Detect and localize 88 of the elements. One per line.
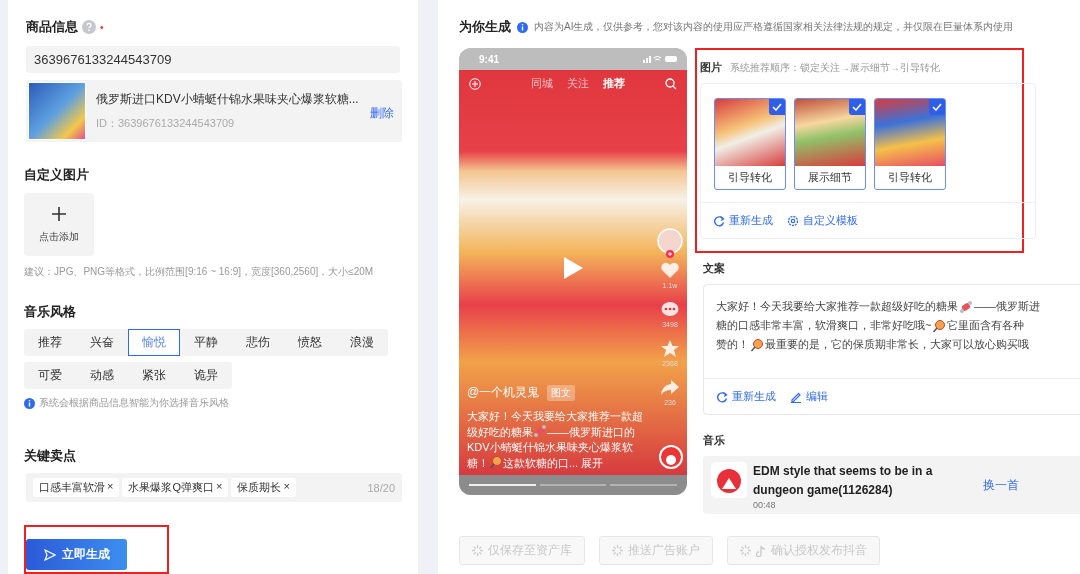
lollipop-icon [750,337,764,352]
track-duration: 00:48 [753,500,777,510]
loading-icon [612,545,623,556]
ai-notice: 内容为AI生成，仅供参考，您对该内容的使用应严格遵循国家相关法律法规的规定，并仅限在巨量体系内使用 [534,20,1014,34]
plus-icon [51,205,67,222]
character-count: 18/20 [367,481,395,494]
style-chip[interactable]: 平静 [180,329,232,356]
avatar-icon [657,228,683,258]
check-icon [932,103,942,111]
style-chip[interactable]: 悲伤 [232,329,284,356]
custom-template-link[interactable]: 自定义模板 [787,213,858,228]
play-icon [562,256,584,280]
search-icon [665,77,677,90]
lollipop-icon [932,318,947,333]
style-chip[interactable]: 诡异 [180,362,232,389]
refresh-icon [713,214,725,227]
refresh-icon [716,390,728,403]
signal-wifi-battery-icon [643,55,677,63]
section-title: 商品信息 [26,18,78,36]
image-option[interactable]: 展示细节 [794,98,866,190]
author-name: @一个机灵鬼 [467,384,540,401]
selling-point-tag[interactable]: 水果爆浆Q弹爽口 × [122,478,229,497]
section-title: 图片 [700,60,722,75]
help-icon [82,20,96,34]
style-chip[interactable]: 推荐 [24,329,76,356]
style-chip[interactable]: 愉悦 [128,329,180,356]
image-option[interactable]: 引导转化 [714,98,786,190]
delete-link[interactable]: 删除 [370,104,394,122]
selling-point-tag[interactable]: 口感丰富软滑 × [33,478,120,497]
music-app-icon [711,462,747,498]
section-title: 自定义图片 [24,166,89,184]
generate-button[interactable]: 立即生成 [26,539,127,570]
candy-icon [959,299,973,314]
info-icon [24,397,35,409]
regenerate-link[interactable]: 重新生成 [716,389,776,404]
selling-point-tag[interactable]: 保质期长 × [231,478,296,497]
style-chip[interactable]: 浪漫 [336,329,388,356]
heart-icon [660,261,680,279]
required-mark: • [100,21,104,33]
music-note-icon [756,544,766,557]
track-title: EDM style that seems to be in a dungeon game(1126284) [753,463,934,499]
check-icon [772,103,782,111]
loading-icon [740,545,751,556]
image-label: 展示细节 [807,170,853,185]
copy-text: 大家好！今天我要给大家推荐一款超级好吃的糖果 ——俄罗斯进 糖的口感非常丰富，软滑爽口，非常好吃哦~ 它里面含有各种 赞的！ 最重要的是，它的保质期非常长，大家可以放心购买哦 [715,298,1041,354]
style-chip[interactable]: 可爱 [24,362,76,389]
upload-button[interactable]: 点击添加 [24,193,94,256]
comment-icon [660,300,680,318]
product-name: 俄罗斯进口KDV小蜻蜓什锦水果味夹心爆浆软糖... [96,91,360,108]
share-icon [660,378,680,396]
section-title: 为你生成 [459,18,511,36]
section-title: 音乐 [703,433,726,448]
style-chip[interactable]: 动感 [76,362,128,389]
order-hint: 系统推荐顺序：锁定关注→展示细节→引导转化 [730,60,940,75]
checkbox[interactable] [769,99,785,115]
lollipop-icon [489,455,503,469]
edit-link[interactable]: 编辑 [790,389,828,404]
info-icon [517,21,528,33]
checkbox[interactable] [929,99,945,115]
feed-tab[interactable]: 推荐 [603,76,625,91]
selling-points-field[interactable]: 口感丰富软滑 × 水果爆浆Q弹爽口 × 保质期长 × 18/20 [26,473,402,502]
change-track-link[interactable]: 换一首 [983,476,1019,494]
checkbox[interactable] [849,99,865,115]
candy-icon [533,424,547,438]
plus-circle-icon [469,77,481,90]
style-chip[interactable]: 愤怒 [284,329,336,356]
product-id-field[interactable]: 3639676133244543709 [26,46,400,73]
product-id: ID：3639676133244543709 [96,116,236,131]
section-title: 文案 [703,261,726,276]
regenerate-link[interactable]: 重新生成 [713,213,773,228]
settings-icon [787,214,799,227]
upload-hint: 建议：JPG、PNG等格式，比例范围[9:16 ~ 16:9]，宽度[360,2560]，大小≤20M [24,265,374,279]
style-note: 系统会根据商品信息智能为你选择音乐风格 [39,396,229,410]
send-icon [44,548,56,561]
image-label: 引导转化 [727,170,773,185]
loading-icon [472,545,483,556]
image-option[interactable]: 引导转化 [874,98,946,190]
style-chip[interactable]: 兴奋 [76,329,128,356]
post-type-badge: 图文 [547,384,576,401]
section-title: 关键卖点 [24,447,76,465]
image-label: 引导转化 [887,170,933,185]
check-icon [852,103,862,111]
video-caption: 大家好！今天我要给大家推荐一款超级好吃的糖果 ——俄罗斯进口的KDV小蜻蜓什锦水果味夹心爆浆软糖！ 这款软糖的口... 展开 [467,409,644,471]
section-title: 音乐风格 [24,303,76,321]
star-icon [660,339,680,357]
status-time: 9:41 [479,53,499,65]
style-chip[interactable]: 紧张 [128,362,180,389]
pencil-icon [790,390,802,403]
